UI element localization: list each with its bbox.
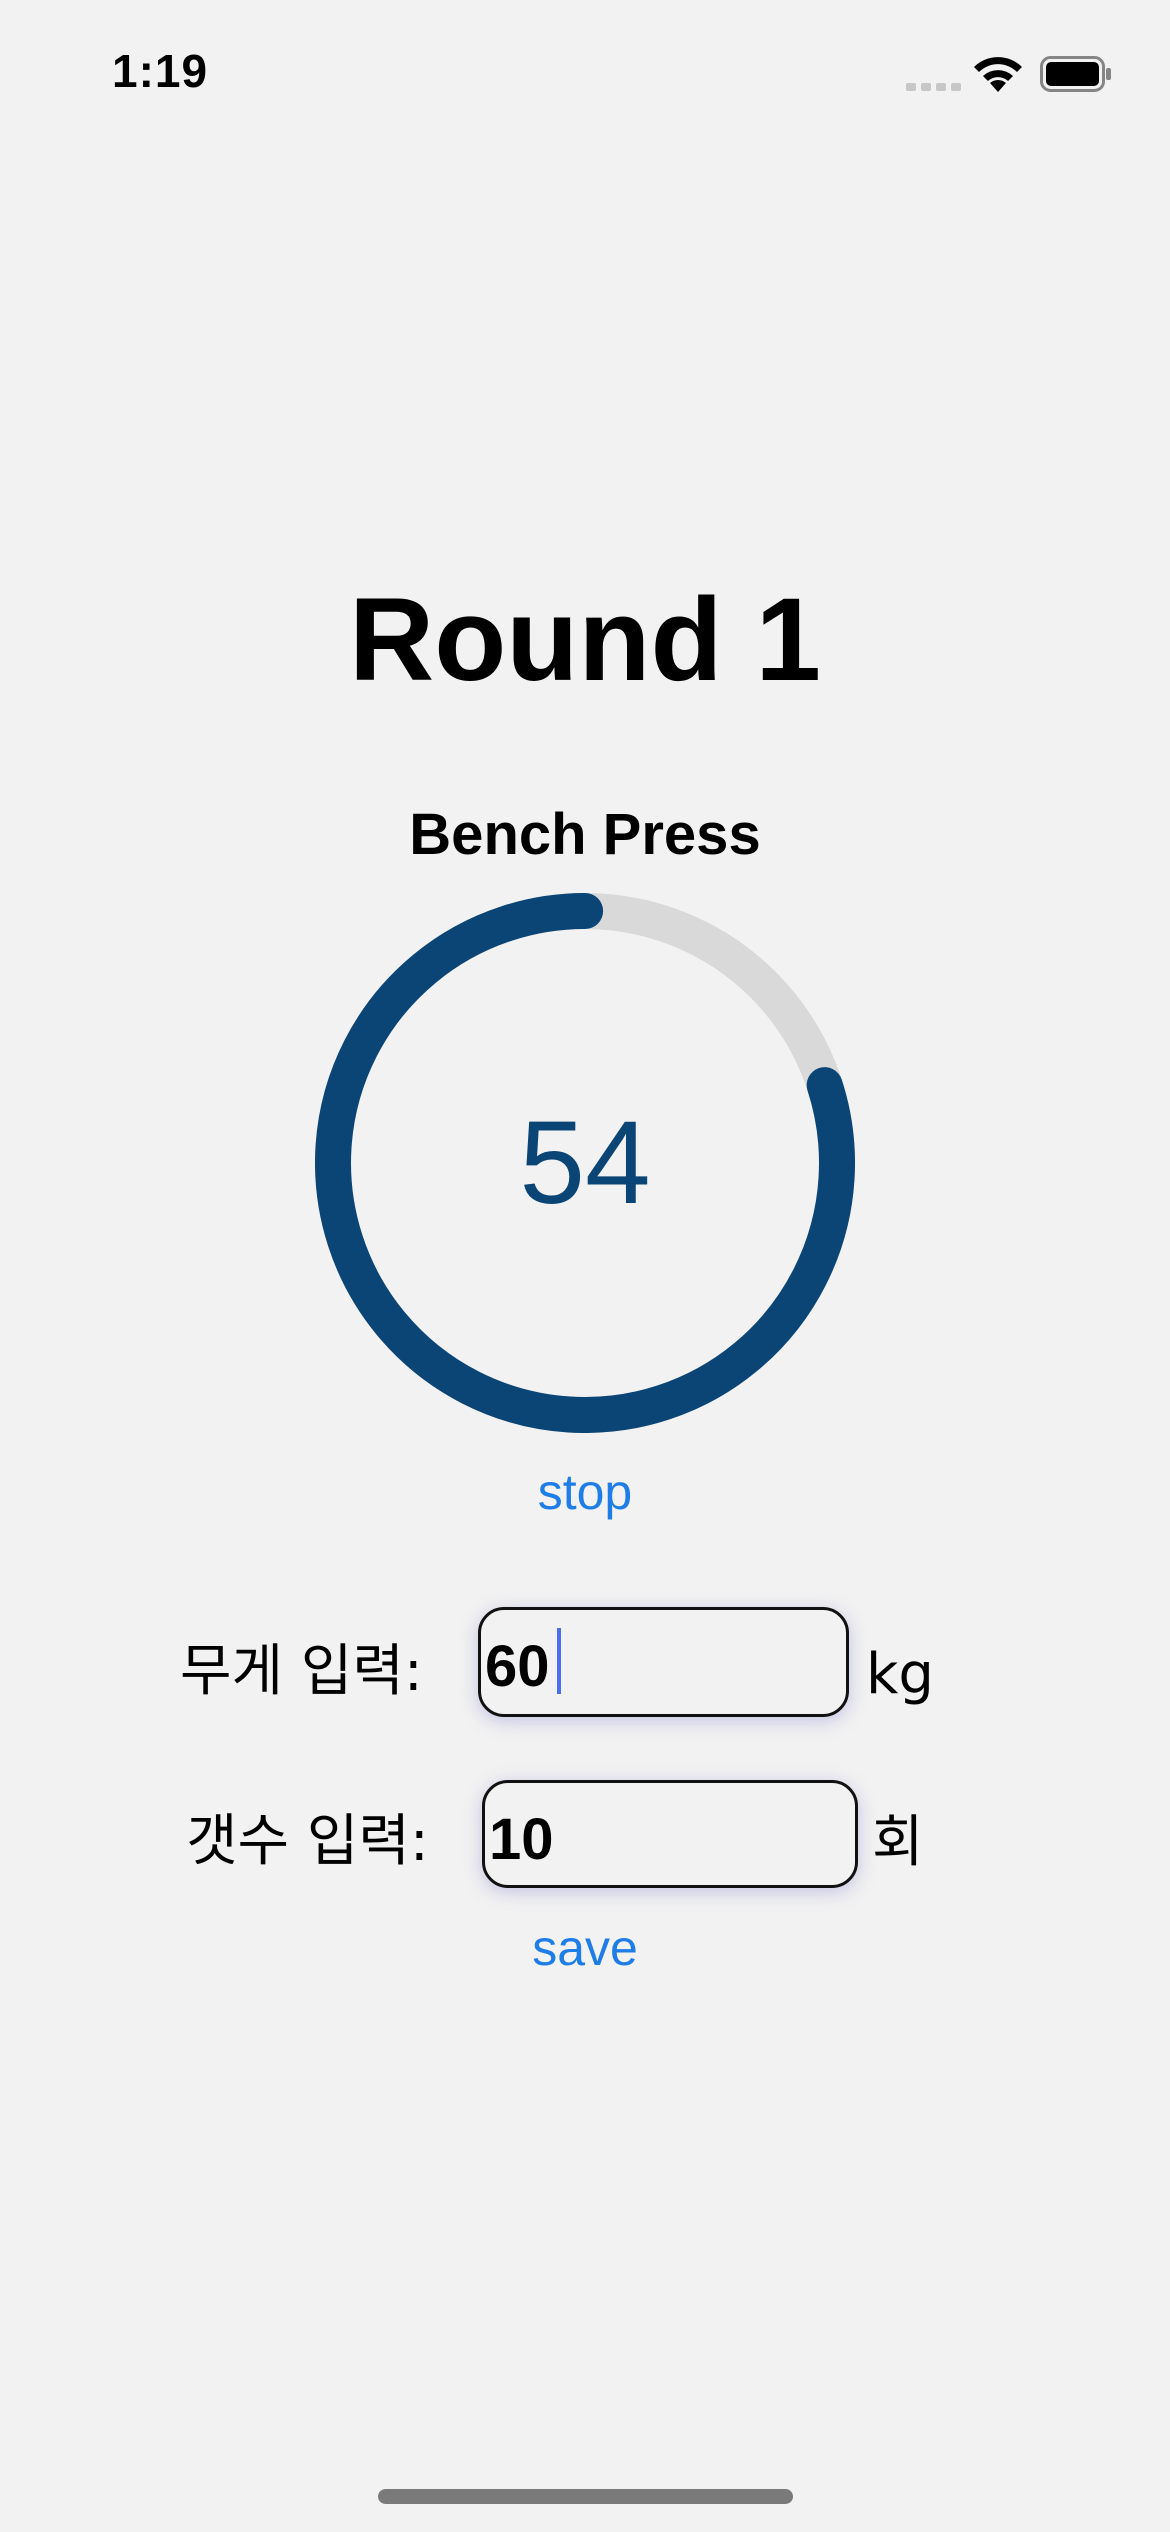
cellular-signal-icon <box>906 83 961 91</box>
status-bar: 1:19 <box>0 0 1170 140</box>
weight-input-value: 60 <box>485 1634 550 1699</box>
battery-icon <box>1040 56 1111 92</box>
count-input[interactable]: 10 <box>482 1780 858 1888</box>
wifi-icon <box>974 57 1022 92</box>
weight-input[interactable]: 60 <box>478 1607 849 1717</box>
save-button[interactable]: save <box>385 1918 785 1978</box>
exercise-name: Bench Press <box>409 802 761 867</box>
count-label: 갯수 입력: <box>186 1809 429 1874</box>
timer-value: 54 <box>519 1097 651 1229</box>
text-cursor <box>557 1628 561 1694</box>
count-input-value: 10 <box>489 1807 554 1872</box>
weight-label: 무게 입력: <box>180 1639 423 1704</box>
round-title: Round 1 <box>349 574 821 706</box>
weight-unit-label: kg <box>866 1642 934 1707</box>
stop-button[interactable]: stop <box>385 1462 785 1522</box>
count-unit-label: 회 <box>872 1810 924 1875</box>
home-indicator <box>378 2489 793 2504</box>
status-time: 1:19 <box>112 45 209 97</box>
